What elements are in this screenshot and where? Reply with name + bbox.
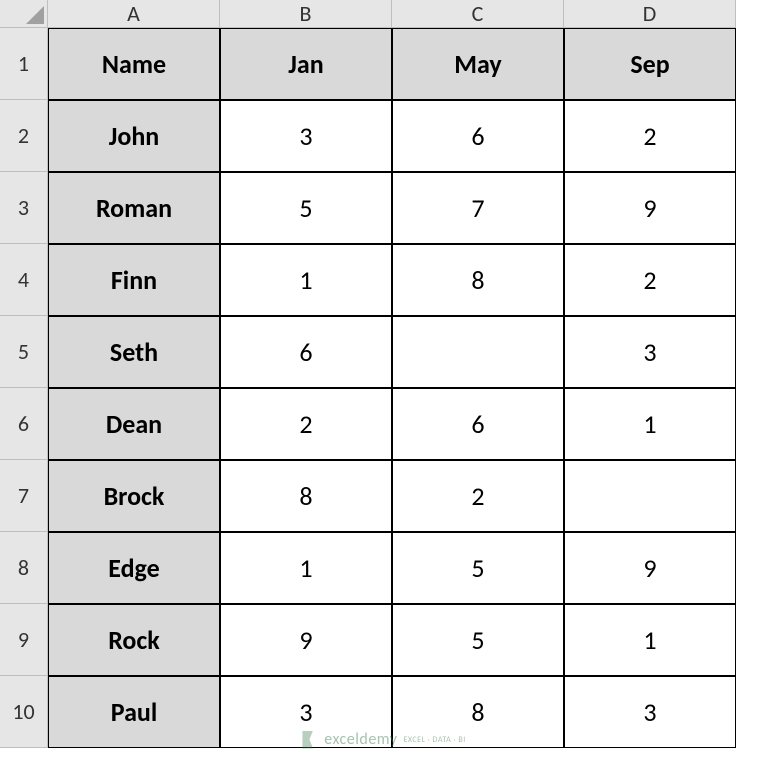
cell-D4[interactable]: 2 <box>564 244 736 316</box>
row-head-2[interactable]: 2 <box>0 100 48 172</box>
cell-A3[interactable]: Roman <box>48 172 220 244</box>
cell-A8[interactable]: Edge <box>48 532 220 604</box>
cell-C2[interactable]: 6 <box>392 100 564 172</box>
cell-A6[interactable]: Dean <box>48 388 220 460</box>
cell-C5[interactable] <box>392 316 564 388</box>
row-head-4[interactable]: 4 <box>0 244 48 316</box>
cell-A4[interactable]: Finn <box>48 244 220 316</box>
cell-D7[interactable] <box>564 460 736 532</box>
cell-D2[interactable]: 2 <box>564 100 736 172</box>
col-head-D[interactable]: D <box>564 0 736 28</box>
row-head-6[interactable]: 6 <box>0 388 48 460</box>
cell-D6[interactable]: 1 <box>564 388 736 460</box>
cell-A5[interactable]: Seth <box>48 316 220 388</box>
cell-B7[interactable]: 8 <box>220 460 392 532</box>
row-head-7[interactable]: 7 <box>0 460 48 532</box>
cell-A7[interactable]: Brock <box>48 460 220 532</box>
col-head-C[interactable]: C <box>392 0 564 28</box>
cell-B3[interactable]: 5 <box>220 172 392 244</box>
cell-B9[interactable]: 9 <box>220 604 392 676</box>
cell-B8[interactable]: 1 <box>220 532 392 604</box>
cell-C6[interactable]: 6 <box>392 388 564 460</box>
cell-D1[interactable]: Sep <box>564 28 736 100</box>
cell-D10[interactable]: 3 <box>564 676 736 748</box>
cell-D8[interactable]: 9 <box>564 532 736 604</box>
row-head-1[interactable]: 1 <box>0 28 48 100</box>
cell-C10[interactable]: 8 <box>392 676 564 748</box>
row-head-8[interactable]: 8 <box>0 532 48 604</box>
spreadsheet: A B C D 1 Name Jan May Sep 2 John 3 6 2 … <box>0 0 768 748</box>
row-head-3[interactable]: 3 <box>0 172 48 244</box>
cell-C7[interactable]: 2 <box>392 460 564 532</box>
col-head-B[interactable]: B <box>220 0 392 28</box>
cell-D3[interactable]: 9 <box>564 172 736 244</box>
cell-D5[interactable]: 3 <box>564 316 736 388</box>
cell-C8[interactable]: 5 <box>392 532 564 604</box>
select-all-corner[interactable] <box>0 0 48 28</box>
cell-C9[interactable]: 5 <box>392 604 564 676</box>
cell-A9[interactable]: Rock <box>48 604 220 676</box>
cell-C1[interactable]: May <box>392 28 564 100</box>
col-head-A[interactable]: A <box>48 0 220 28</box>
cell-A1[interactable]: Name <box>48 28 220 100</box>
cell-D9[interactable]: 1 <box>564 604 736 676</box>
cell-B2[interactable]: 3 <box>220 100 392 172</box>
cell-B5[interactable]: 6 <box>220 316 392 388</box>
cell-B1[interactable]: Jan <box>220 28 392 100</box>
row-head-9[interactable]: 9 <box>0 604 48 676</box>
cell-C3[interactable]: 7 <box>392 172 564 244</box>
cell-A10[interactable]: Paul <box>48 676 220 748</box>
cell-B4[interactable]: 1 <box>220 244 392 316</box>
cell-B10[interactable]: 3 <box>220 676 392 748</box>
cell-A2[interactable]: John <box>48 100 220 172</box>
cell-C4[interactable]: 8 <box>392 244 564 316</box>
cell-B6[interactable]: 2 <box>220 388 392 460</box>
row-head-10[interactable]: 10 <box>0 676 48 748</box>
row-head-5[interactable]: 5 <box>0 316 48 388</box>
